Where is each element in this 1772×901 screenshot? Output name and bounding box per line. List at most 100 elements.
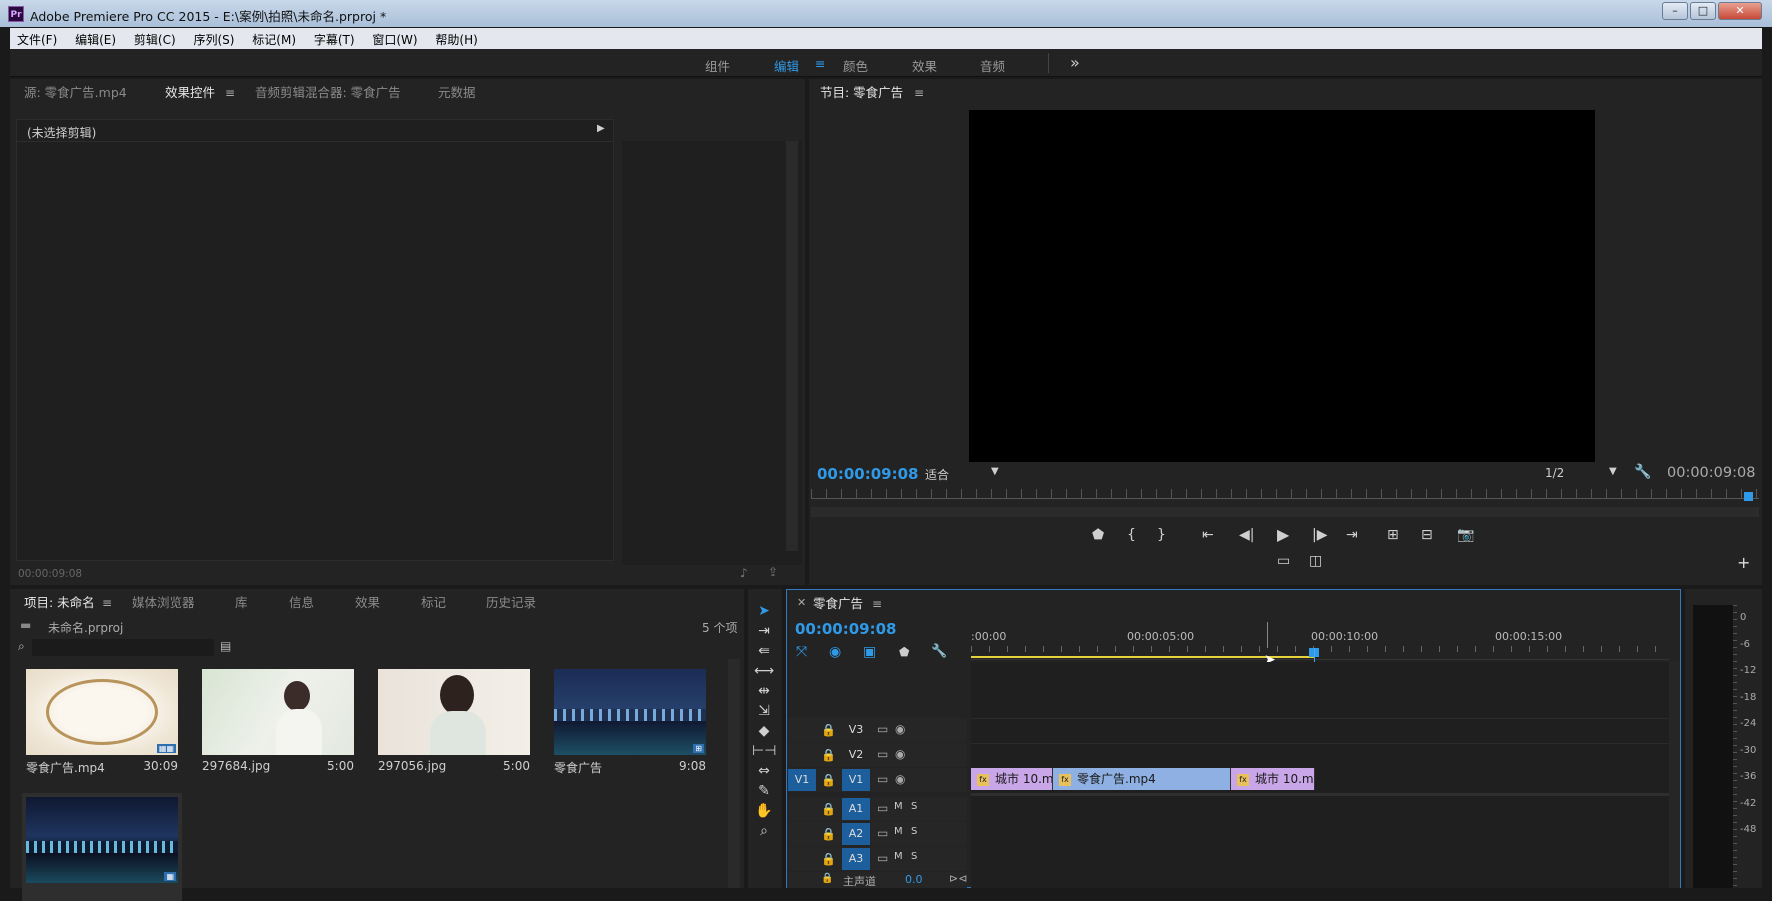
- slip-tool-icon[interactable]: ⊢⊣: [752, 743, 776, 763]
- list-item[interactable]: ⊞ 零食广告 9:08: [550, 665, 710, 775]
- workspace-editing[interactable]: 编辑: [774, 56, 799, 75]
- zoom-bar[interactable]: [811, 507, 1759, 517]
- program-timecode-current[interactable]: 00:00:09:08: [817, 465, 919, 483]
- tab-program[interactable]: 节目: 零食广告: [820, 79, 903, 107]
- export-icon[interactable]: ⇪: [768, 565, 778, 579]
- menu-sequence[interactable]: 序列(S): [186, 28, 241, 48]
- lock-icon[interactable]: 🔒: [821, 748, 836, 762]
- go-to-in-icon[interactable]: ⇤: [1202, 527, 1214, 543]
- more-workspaces-icon[interactable]: »: [1070, 53, 1080, 72]
- chevron-down-icon[interactable]: ▼: [1609, 466, 1617, 477]
- scrollbar[interactable]: [728, 659, 740, 888]
- snap-icon[interactable]: ⤧: [796, 644, 807, 660]
- workspace-audio[interactable]: 音频: [980, 56, 1005, 75]
- camera-icon[interactable]: 📷: [1457, 527, 1474, 543]
- maximize-button[interactable]: □: [1690, 2, 1716, 20]
- rate-stretch-tool-icon[interactable]: ⇹: [752, 683, 776, 703]
- razor-tool-icon[interactable]: ◆: [752, 723, 776, 743]
- tab-libraries[interactable]: 库: [235, 589, 248, 617]
- close-button[interactable]: ✕: [1718, 2, 1762, 20]
- track-name[interactable]: V3: [842, 719, 870, 741]
- zoom-tool-icon[interactable]: ⌕: [752, 823, 776, 843]
- mute-button[interactable]: M: [894, 851, 903, 862]
- safe-margins-icon[interactable]: ▭: [1277, 553, 1290, 569]
- tab-source[interactable]: 源: 零食广告.mp4: [24, 79, 127, 107]
- clip[interactable]: fx 城市 10.mp: [971, 768, 1053, 790]
- track-name[interactable]: A2: [842, 823, 870, 845]
- program-playhead[interactable]: [1744, 492, 1753, 501]
- lock-icon[interactable]: 🔒: [821, 873, 833, 884]
- solo-button[interactable]: S: [911, 801, 917, 812]
- mute-button[interactable]: M: [894, 801, 903, 812]
- panel-menu-icon[interactable]: ≡: [872, 590, 882, 618]
- scrollbar[interactable]: [786, 141, 798, 551]
- filter-audio-icon[interactable]: ♪: [740, 566, 748, 580]
- tab-media-browser[interactable]: 媒体浏览器: [132, 589, 195, 617]
- mark-out-icon[interactable]: }: [1157, 527, 1166, 543]
- sync-icon[interactable]: ▭: [877, 747, 888, 761]
- sync-icon[interactable]: ▭: [877, 851, 888, 865]
- list-item[interactable]: ▦: [22, 793, 182, 901]
- list-item[interactable]: 297056.jpg 5:00: [374, 665, 534, 773]
- nest-icon[interactable]: ▣: [863, 644, 876, 660]
- rolling-edit-tool-icon[interactable]: ⟷: [752, 663, 776, 683]
- track-area[interactable]: fx 城市 10.mp fx 零食广告.mp4 fx 城市 10.mp: [971, 662, 1669, 888]
- sync-icon[interactable]: ▭: [877, 826, 888, 840]
- panel-menu-icon[interactable]: ≡: [102, 589, 112, 617]
- tab-metadata[interactable]: 元数据: [438, 79, 476, 107]
- rate-stretch-alt-icon[interactable]: ⇲: [752, 703, 776, 723]
- wrench-icon[interactable]: 🔧: [931, 644, 947, 659]
- add-button-icon[interactable]: +: [1737, 553, 1750, 572]
- workspace-effects[interactable]: 效果: [912, 56, 937, 75]
- list-item[interactable]: 297684.jpg 5:00: [198, 665, 358, 773]
- minimize-button[interactable]: –: [1662, 2, 1688, 20]
- timeline-ruler[interactable]: :00:00 00:00:05:00 00:00:10:00 00:00:15:…: [971, 618, 1669, 660]
- expand-arrow-icon[interactable]: ▶: [597, 123, 605, 134]
- menu-file[interactable]: 文件(F): [10, 28, 64, 48]
- tab-history[interactable]: 历史记录: [486, 589, 536, 617]
- extract-icon[interactable]: ⊟: [1421, 527, 1433, 543]
- lock-icon[interactable]: 🔒: [821, 773, 836, 787]
- slide-tool-icon[interactable]: ⇔: [752, 763, 776, 783]
- menu-marker[interactable]: 标记(M): [245, 28, 303, 48]
- eye-icon[interactable]: ◉: [895, 722, 905, 736]
- track-name[interactable]: V2: [842, 744, 870, 766]
- panel-menu-icon[interactable]: ≡: [225, 79, 235, 107]
- timeline-timecode[interactable]: 00:00:09:08: [795, 620, 897, 638]
- add-marker-icon[interactable]: ⬟: [1092, 527, 1104, 543]
- add-marker-icon[interactable]: ⬟: [899, 645, 909, 659]
- pen-tool-icon[interactable]: ✎: [752, 783, 776, 803]
- wrench-icon[interactable]: 🔧: [1634, 464, 1651, 480]
- menu-window[interactable]: 窗口(W): [365, 28, 424, 48]
- go-to-end-icon[interactable]: ⊳⊲: [949, 872, 967, 885]
- list-item[interactable]: ▦▦ 零食广告.mp4 30:09: [22, 665, 182, 775]
- lock-icon[interactable]: 🔒: [821, 852, 836, 866]
- track-name[interactable]: A3: [842, 848, 870, 870]
- sync-icon[interactable]: ▭: [877, 801, 888, 815]
- scrollbar[interactable]: [1669, 662, 1680, 888]
- workspace-assembly[interactable]: 组件: [705, 56, 730, 75]
- new-bin-icon[interactable]: ▤: [220, 639, 231, 653]
- eye-icon[interactable]: ◉: [895, 747, 905, 761]
- close-tab-icon[interactable]: ✕: [797, 596, 806, 609]
- linked-selection-icon[interactable]: ◉: [829, 644, 841, 660]
- tab-effects[interactable]: 效果: [355, 589, 380, 617]
- tab-info[interactable]: 信息: [289, 589, 314, 617]
- menu-help[interactable]: 帮助(H): [428, 28, 484, 48]
- chevron-down-icon[interactable]: ▼: [991, 466, 999, 477]
- workspace-color[interactable]: 颜色: [843, 56, 868, 75]
- step-back-icon[interactable]: ◀|: [1239, 527, 1254, 543]
- step-forward-icon[interactable]: |▶: [1312, 527, 1327, 543]
- play-icon[interactable]: ▶: [1277, 525, 1289, 544]
- workspace-menu-icon[interactable]: ≡: [815, 56, 825, 71]
- compare-view-icon[interactable]: ◫: [1309, 553, 1322, 569]
- go-to-out-icon[interactable]: ⇥: [1346, 527, 1358, 543]
- lock-icon[interactable]: 🔒: [821, 827, 836, 841]
- clip[interactable]: fx 零食广告.mp4: [1053, 768, 1231, 790]
- tab-effect-controls[interactable]: 效果控件: [165, 79, 215, 107]
- selection-tool-icon[interactable]: ➤: [752, 603, 776, 623]
- mute-button[interactable]: M: [894, 826, 903, 837]
- tab-markers[interactable]: 标记: [421, 589, 446, 617]
- search-input[interactable]: [32, 639, 214, 656]
- program-ruler[interactable]: [811, 489, 1759, 499]
